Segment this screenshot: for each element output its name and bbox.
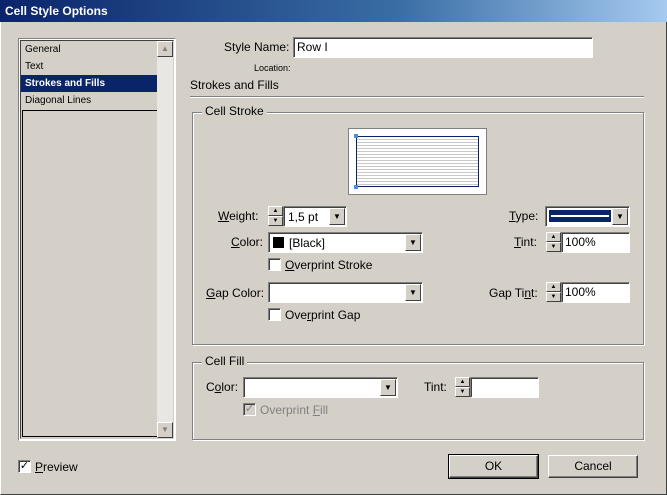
- chevron-down-icon[interactable]: ▼: [405, 284, 421, 301]
- stepper-up-icon[interactable]: ▲: [546, 232, 561, 242]
- section-title: Strokes and Fills: [190, 78, 279, 92]
- type-label: Type:: [509, 209, 539, 223]
- tint-input[interactable]: 100%: [561, 232, 630, 253]
- gap-color-label: Gap Color:: [206, 286, 265, 300]
- fill-color-dropdown[interactable]: ▼: [243, 377, 398, 398]
- stepper-up-icon[interactable]: ▲: [546, 282, 561, 292]
- tint-label: Tint:: [514, 235, 537, 249]
- scroll-up-icon[interactable]: ▲: [157, 41, 173, 57]
- chevron-down-icon[interactable]: ▼: [612, 208, 628, 225]
- stepper-down-icon[interactable]: ▼: [546, 292, 561, 302]
- scroll-down-icon[interactable]: ▼: [157, 422, 173, 438]
- black-swatch-icon: [273, 237, 284, 248]
- preview-label: Preview: [35, 460, 78, 474]
- fill-tint-stepper[interactable]: ▲ ▼: [455, 377, 471, 398]
- list-empty-area: [22, 110, 160, 437]
- list-item-text[interactable]: Text: [21, 58, 161, 75]
- stroke-color-label: Color:: [231, 235, 264, 249]
- fill-tint-label: Tint:: [424, 380, 447, 394]
- location-label: Location:: [254, 63, 291, 73]
- cell-fill-group: [192, 362, 644, 440]
- fill-tint-input[interactable]: [470, 377, 539, 398]
- chevron-down-icon[interactable]: ▼: [380, 379, 396, 396]
- cell-fill-legend: Cell Fill: [202, 354, 248, 368]
- chevron-down-icon[interactable]: ▼: [329, 208, 345, 225]
- proxy-handle-icon: [354, 185, 358, 189]
- stroke-proxy-preview[interactable]: [348, 128, 487, 195]
- window-title: Cell Style Options: [5, 4, 108, 18]
- weight-label: Weight:: [218, 209, 259, 223]
- chevron-down-icon[interactable]: ▼: [405, 234, 421, 251]
- overprint-stroke-checkbox[interactable]: [268, 258, 281, 271]
- weight-stepper[interactable]: ▲ ▼: [268, 206, 284, 227]
- gap-color-dropdown[interactable]: ▼: [268, 282, 423, 303]
- fill-color-label: Color:: [206, 380, 239, 394]
- stroke-color-dropdown[interactable]: [Black] ▼: [268, 232, 423, 253]
- type-dropdown[interactable]: ▼: [545, 206, 630, 227]
- list-item-strokes-and-fills[interactable]: Strokes and Fills: [21, 75, 161, 92]
- list-scrollbar[interactable]: ▲ ▼: [157, 41, 173, 438]
- list-item-general[interactable]: General: [21, 41, 161, 58]
- stepper-down-icon[interactable]: ▼: [546, 242, 561, 252]
- section-divider: [190, 96, 644, 98]
- tint-stepper[interactable]: ▲ ▼: [546, 232, 562, 253]
- title-bar: Cell Style Options: [0, 0, 667, 22]
- list-item-diagonal-lines[interactable]: Diagonal Lines: [21, 92, 161, 109]
- weight-dropdown[interactable]: 1,5 pt ▼: [283, 206, 347, 227]
- stepper-up-icon[interactable]: ▲: [268, 206, 283, 216]
- gap-tint-stepper[interactable]: ▲ ▼: [546, 282, 562, 303]
- stepper-up-icon[interactable]: ▲: [455, 377, 470, 387]
- stepper-down-icon[interactable]: ▼: [455, 387, 470, 397]
- style-name-label: Style Name:: [224, 40, 290, 54]
- overprint-fill-checkbox[interactable]: ✓: [243, 403, 256, 416]
- overprint-gap-checkbox[interactable]: [268, 308, 281, 321]
- ok-button[interactable]: OK: [448, 454, 539, 479]
- proxy-handle-icon: [354, 134, 358, 138]
- solid-line-icon: [551, 215, 609, 217]
- overprint-fill-label: Overprint Fill: [260, 403, 329, 417]
- cancel-button[interactable]: Cancel: [548, 455, 638, 478]
- gap-tint-label: Gap Tint:: [489, 286, 538, 300]
- proxy-cell: [356, 136, 479, 187]
- gap-tint-input[interactable]: 100%: [561, 282, 630, 303]
- style-name-input[interactable]: Row I: [293, 37, 593, 58]
- stepper-down-icon[interactable]: ▼: [268, 216, 283, 226]
- preview-checkbox[interactable]: ✓: [18, 460, 31, 473]
- category-list: General Text Strokes and Fills Diagonal …: [18, 38, 176, 441]
- overprint-stroke-label: Overprint Stroke: [285, 258, 373, 272]
- overprint-gap-label: Overprint Gap: [285, 308, 361, 322]
- cell-stroke-legend: Cell Stroke: [202, 104, 267, 118]
